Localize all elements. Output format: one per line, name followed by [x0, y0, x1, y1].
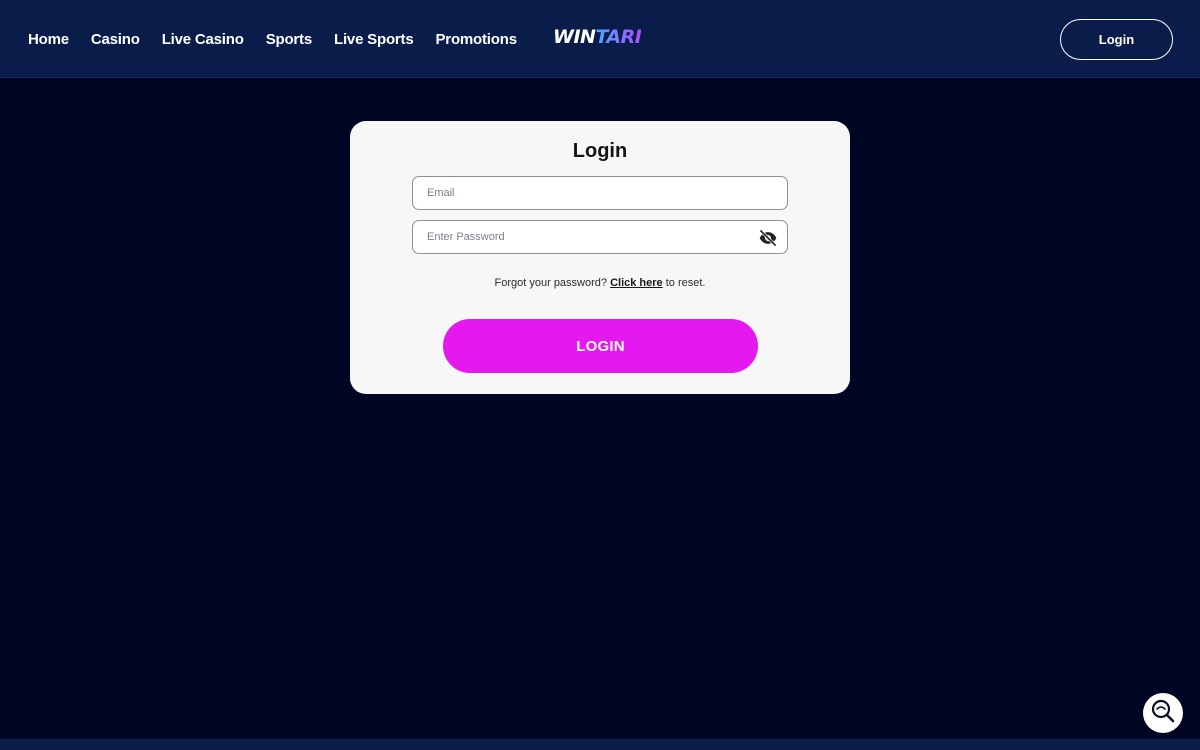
- forgot-prefix: Forgot your password?: [494, 277, 608, 289]
- nav-live-sports[interactable]: Live Sports: [334, 31, 414, 48]
- footer-strip: [0, 739, 1200, 750]
- eye-slash-icon[interactable]: [757, 227, 779, 249]
- email-field-wrapper: [412, 176, 788, 210]
- logo-text-tari: TARI: [595, 26, 642, 48]
- nav-promotions[interactable]: Promotions: [436, 31, 518, 48]
- login-card: Login Forgot your password? Click here t…: [350, 121, 850, 394]
- password-input[interactable]: [413, 221, 787, 253]
- password-field-wrapper: [412, 220, 788, 254]
- forgot-suffix: to reset.: [665, 277, 706, 289]
- email-input[interactable]: [413, 177, 787, 209]
- forgot-password-text: Forgot your password? Click here to rese…: [350, 277, 850, 289]
- login-submit-button[interactable]: LOGIN: [443, 319, 758, 373]
- search-icon: [1150, 698, 1176, 729]
- search-button[interactable]: [1143, 693, 1183, 733]
- reset-password-link[interactable]: Click here: [610, 277, 663, 289]
- site-header: Home Casino Live Casino Sports Live Spor…: [0, 0, 1200, 78]
- nav-sports[interactable]: Sports: [266, 31, 313, 48]
- header-login-button[interactable]: Login: [1060, 19, 1173, 60]
- brand-logo[interactable]: WIN TARI: [553, 26, 642, 48]
- nav-live-casino[interactable]: Live Casino: [162, 31, 244, 48]
- nav-casino[interactable]: Casino: [91, 31, 140, 48]
- logo-text-win: WIN: [553, 26, 596, 48]
- main-nav: Home Casino Live Casino Sports Live Spor…: [28, 0, 539, 78]
- nav-home[interactable]: Home: [28, 31, 69, 48]
- login-title: Login: [572, 140, 628, 162]
